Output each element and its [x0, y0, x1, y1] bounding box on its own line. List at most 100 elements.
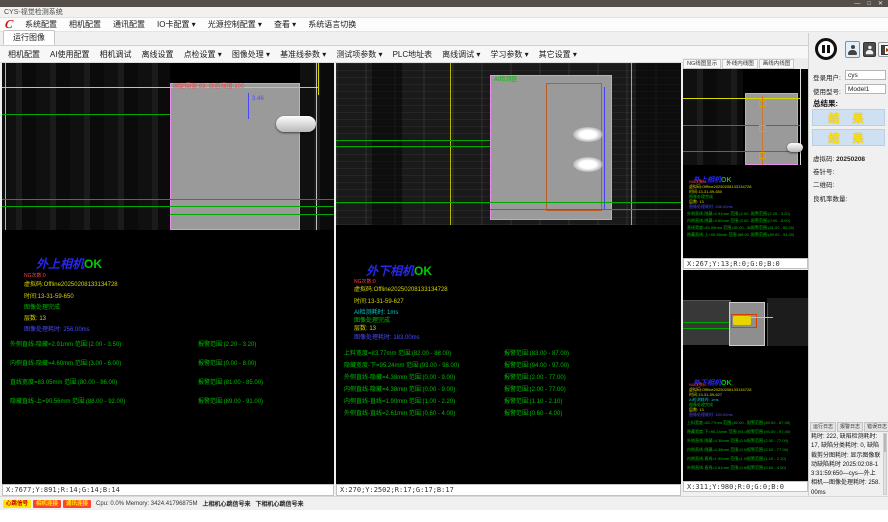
- measurement-rows: 上料宽度=83.77mm 范围:(82.00 - 88.00) 报警范围:(83…: [344, 348, 679, 420]
- alarm-range: 报警范围:(2.00 - 77.00): [747, 447, 788, 456]
- toolbar-item[interactable]: 点检设置 ▾: [184, 49, 222, 60]
- toolbar-item[interactable]: 相机调试: [100, 49, 132, 60]
- menu-item[interactable]: 相机配置: [69, 19, 101, 30]
- ai-detect-box: [546, 83, 602, 211]
- scrollbar-thumb[interactable]: [884, 434, 886, 452]
- toolbar-item[interactable]: 离线调试 ▾: [442, 49, 480, 60]
- virtual-code-value: 20250208: [836, 156, 865, 163]
- toolbar-item[interactable]: 相机配置: [8, 49, 40, 60]
- log-tab[interactable]: 报警日志: [837, 422, 863, 432]
- toolbar-item[interactable]: AI使用配置: [50, 49, 90, 60]
- virtual-code-row: 虚拟码: 20250208: [813, 153, 865, 163]
- window-control-button[interactable]: —: [854, 1, 860, 7]
- measurement-row: 外侧直线-隐藏=4.38mm 范围:(0.00 - 9.00) 报警范围:(2.…: [687, 438, 806, 447]
- pause-icon: [822, 45, 825, 53]
- machine-background: [300, 63, 334, 230]
- process-done-line: 图像处理完成: [354, 318, 390, 325]
- menu-item[interactable]: 光源控制配置 ▾: [208, 19, 262, 30]
- exit-button[interactable]: [878, 42, 888, 57]
- white-connector-part: [787, 143, 803, 152]
- green-measure-line: [336, 202, 681, 203]
- menu-item[interactable]: 系统配置: [25, 19, 57, 30]
- window-cap: — □ ✕: [0, 0, 888, 7]
- log-tab[interactable]: 运行日志: [810, 422, 836, 432]
- yellow-guide-line: [450, 63, 451, 225]
- thumbnail-view-upper[interactable]: 外上相机OK NG次数:0 虚拟码:Offline202502081331347…: [683, 69, 808, 258]
- alarm-range: 报警范围:(81.00 - 85.00): [751, 225, 794, 232]
- measurement-row: 隐藏直线-上=90.56mm 范围:(88.00 - 92.00) 报警范围:(…: [10, 396, 332, 415]
- toolbar-item[interactable]: 其它设置 ▾: [539, 49, 577, 60]
- alarm-range: 报警范围:(81.00 - 85.00): [198, 377, 263, 396]
- defect-marker: [759, 125, 766, 132]
- result-ok: OK: [721, 380, 732, 387]
- toolbar-item[interactable]: 测试项参数 ▾: [336, 49, 382, 60]
- ai-region-label: AI检测区: [494, 77, 518, 84]
- measurement-value: 隐藏宽度-下=95.24mm 范围:(93.00 - 98.00): [687, 429, 747, 438]
- alarm-range: 报警范围:(2.20 - 3.20): [751, 211, 790, 218]
- pause-button[interactable]: [815, 38, 837, 60]
- exit-icon: [881, 45, 888, 55]
- camera-view-lower[interactable]: AI检测区 外下相机OK NG次数:0 虚拟码:Offline202502081…: [336, 63, 681, 484]
- alarm-range: 报警范围:(89.00 - 91.00): [198, 396, 263, 415]
- cursor-pixel-readout: X:267;Y:13;R:0;G:0;B:0: [687, 260, 780, 268]
- system-status-bar: 心跳信号相机连接通讯连接 Cpu: 0.0% Memory: 3424.4179…: [0, 496, 888, 510]
- measurement-row: 外侧直线-隐藏=2.91mm 范围:(2.00 - 3.50) 报警范围:(2.…: [10, 339, 332, 358]
- alarm-range: 报警范围:(0.00 - 8.00): [751, 218, 790, 225]
- measurement-row: 内侧直线-隐藏=4.60mm 范围:(3.00 - 6.00) 报警范围:(0.…: [10, 358, 332, 377]
- thumbnail-view-lower[interactable]: 外下相机OK NG次数:0 虚拟码:Offline202502081331347…: [683, 270, 808, 481]
- measurement-value: 内侧直线-隐藏=4.38mm 范围:(0.00 - 9.00): [687, 447, 747, 456]
- camera-view-upper[interactable]: 固定阈值:93, 动态阈值:100 3.46 外上相机OK NG次数:0 虚拟码…: [2, 63, 334, 484]
- toolbar-item[interactable]: 图像处理 ▾: [232, 49, 270, 60]
- menu-item[interactable]: IO卡配置 ▾: [157, 19, 196, 30]
- log-text: 耗时: 222, 缺陷检测耗时: 17, 缺陷分类耗时: 0, 缺陷裁剪分图耗时…: [811, 434, 880, 495]
- thumbnail-tab[interactable]: NG线图显示: [683, 59, 721, 69]
- white-connector-part: [276, 116, 316, 132]
- alarm-range: 报警范围:(83.00 - 87.00): [747, 420, 790, 429]
- camera-name: 外上相机: [36, 257, 84, 271]
- product-region-box: [170, 83, 300, 230]
- menu-item[interactable]: 查看 ▾: [274, 19, 296, 30]
- log-scrollbar[interactable]: [883, 433, 887, 495]
- toolbar-item[interactable]: PLC地址表: [393, 49, 433, 60]
- virtual-code-label: 虚拟码:: [813, 156, 834, 163]
- menu-item[interactable]: 系统语言切换: [308, 19, 356, 30]
- thumbnail-tab[interactable]: 外线内线图: [722, 59, 758, 69]
- login-user-button[interactable]: [845, 41, 860, 58]
- measurement-row: 内侧直线-隐藏=4.60mm 范围:(3.00 - 6.00) 报警范围:(0.…: [687, 218, 806, 225]
- alarm-range: 报警范围:(94.00 - 97.00): [747, 429, 790, 438]
- layer-line: 层数: 13: [24, 316, 46, 323]
- yield-count-label: 良机率数量:: [813, 193, 847, 203]
- login-user-input[interactable]: [845, 70, 886, 80]
- measurement-row: 内侧直线-隐藏=4.38mm 范围:(0.00 - 9.00) 报警范围:(2.…: [687, 447, 806, 456]
- tab-run-image[interactable]: 运行图像: [3, 30, 55, 45]
- log-tab[interactable]: 错误日志: [864, 422, 888, 432]
- log-text-area[interactable]: 耗时: 222, 缺陷检测耗时: 17, 缺陷分类耗时: 0, 缺陷裁剪分图耗时…: [811, 433, 881, 495]
- measurement-value: 内侧直线-隐藏=4.60mm 范围:(3.00 - 6.00): [10, 358, 198, 377]
- thumbnail-tab[interactable]: 画线内线图: [759, 59, 795, 69]
- window-footer: [0, 510, 888, 522]
- measurement-value: 隐藏直线-上=90.56mm 范围:(88.00 - 92.00): [687, 232, 751, 239]
- window-control-button[interactable]: □: [867, 1, 871, 7]
- switch-user-button[interactable]: [863, 42, 876, 57]
- upper-camera-heartbeat: 上相机心跳信号来: [202, 499, 250, 508]
- shadow-band: [372, 63, 402, 225]
- alarm-range: 报警范围:(83.00 - 87.00): [504, 348, 569, 360]
- toolbar-item[interactable]: 学习参数 ▾: [490, 49, 528, 60]
- toolbar-item[interactable]: 基准线参数 ▾: [280, 49, 326, 60]
- toolbar-item[interactable]: 离线设置: [142, 49, 174, 60]
- window-control-button[interactable]: ✕: [878, 1, 883, 7]
- total-result-label: 总结果:: [813, 98, 838, 109]
- menu-item[interactable]: 通讯配置: [113, 19, 145, 30]
- elapsed-line: 图像处理耗时: 256.00ms: [689, 204, 733, 209]
- model-input[interactable]: [845, 84, 886, 94]
- camera-result-title: 外上相机OK: [36, 255, 102, 273]
- measurement-value: 外侧直线-隐藏=2.91mm 范围:(2.00 - 3.50): [687, 211, 751, 218]
- result-ok: OK: [414, 264, 432, 278]
- measurement-value: 上料宽度=83.77mm 范围:(82.00 - 88.00): [687, 420, 747, 429]
- green-measure-line: [336, 140, 490, 141]
- ng-count: NG次数:0: [24, 273, 46, 279]
- alarm-range: 报警范围:(0.60 - 4.00): [504, 408, 562, 420]
- measurement-row: 内侧直线-直线=1.90mm 范围:(1.00 - 2.20) 报警范围:(1.…: [344, 396, 679, 408]
- blue-measure-line: [604, 87, 605, 209]
- roi-edge-line: [5, 63, 6, 230]
